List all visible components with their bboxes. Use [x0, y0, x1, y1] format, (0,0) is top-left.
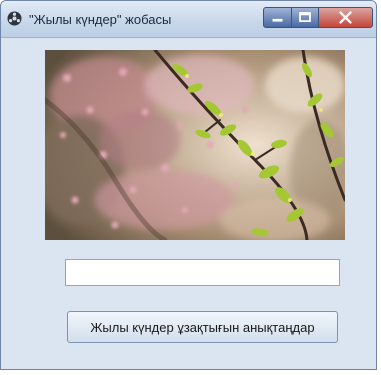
close-button[interactable] — [318, 7, 373, 28]
close-icon — [339, 11, 352, 24]
calculate-duration-button[interactable]: Жылы күндер ұзақтығын анықтаңдар — [67, 311, 338, 343]
app-icon — [7, 11, 22, 26]
title-bar[interactable]: "Жылы күндер" жобасы — [1, 1, 376, 38]
maximize-icon — [299, 12, 311, 23]
minimize-icon — [272, 18, 283, 22]
maximize-button[interactable] — [291, 7, 319, 28]
window-title: "Жылы күндер" жобасы — [29, 12, 172, 27]
app-window: "Жылы күндер" жобасы Жылы күндер ұзақтығ… — [0, 0, 377, 370]
blossom-photo — [45, 50, 345, 240]
minimize-button[interactable] — [263, 7, 292, 28]
duration-input[interactable] — [65, 259, 340, 286]
